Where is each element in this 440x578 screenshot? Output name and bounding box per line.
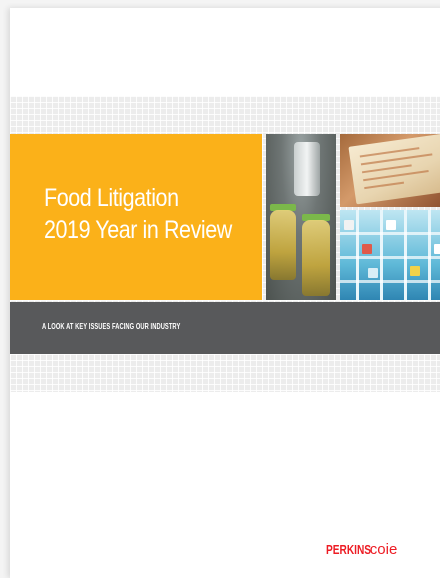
- receipt-paper-shape: [348, 134, 440, 205]
- grocery-freezer-aisle-photo: [340, 210, 440, 300]
- title-panel: Food Litigation 2019 Year in Review: [10, 134, 262, 300]
- report-tagline: A LOOK AT KEY ISSUES FACING OUR INDUSTRY: [42, 322, 181, 331]
- filler-nozzle-shape: [294, 142, 320, 196]
- report-title: Food Litigation 2019 Year in Review: [44, 182, 232, 246]
- tagline-bar: A LOOK AT KEY ISSUES FACING OUR INDUSTRY: [10, 302, 440, 354]
- receipt-on-paper-photo: [340, 134, 440, 207]
- report-cover: Food Litigation 2019 Year in Review A LO…: [10, 8, 440, 578]
- report-title-line-2: 2019 Year in Review: [44, 216, 232, 244]
- jar-shape: [270, 210, 296, 280]
- jars-on-production-line-photo: [266, 134, 336, 300]
- perkins-coie-logo: PERKINScoie: [326, 542, 397, 558]
- jar-shape: [302, 220, 330, 296]
- logo-wordmark-coie: coie: [369, 541, 398, 558]
- report-title-line-1: Food Litigation: [44, 184, 179, 212]
- logo-wordmark-perkins: PERKINS: [326, 542, 372, 557]
